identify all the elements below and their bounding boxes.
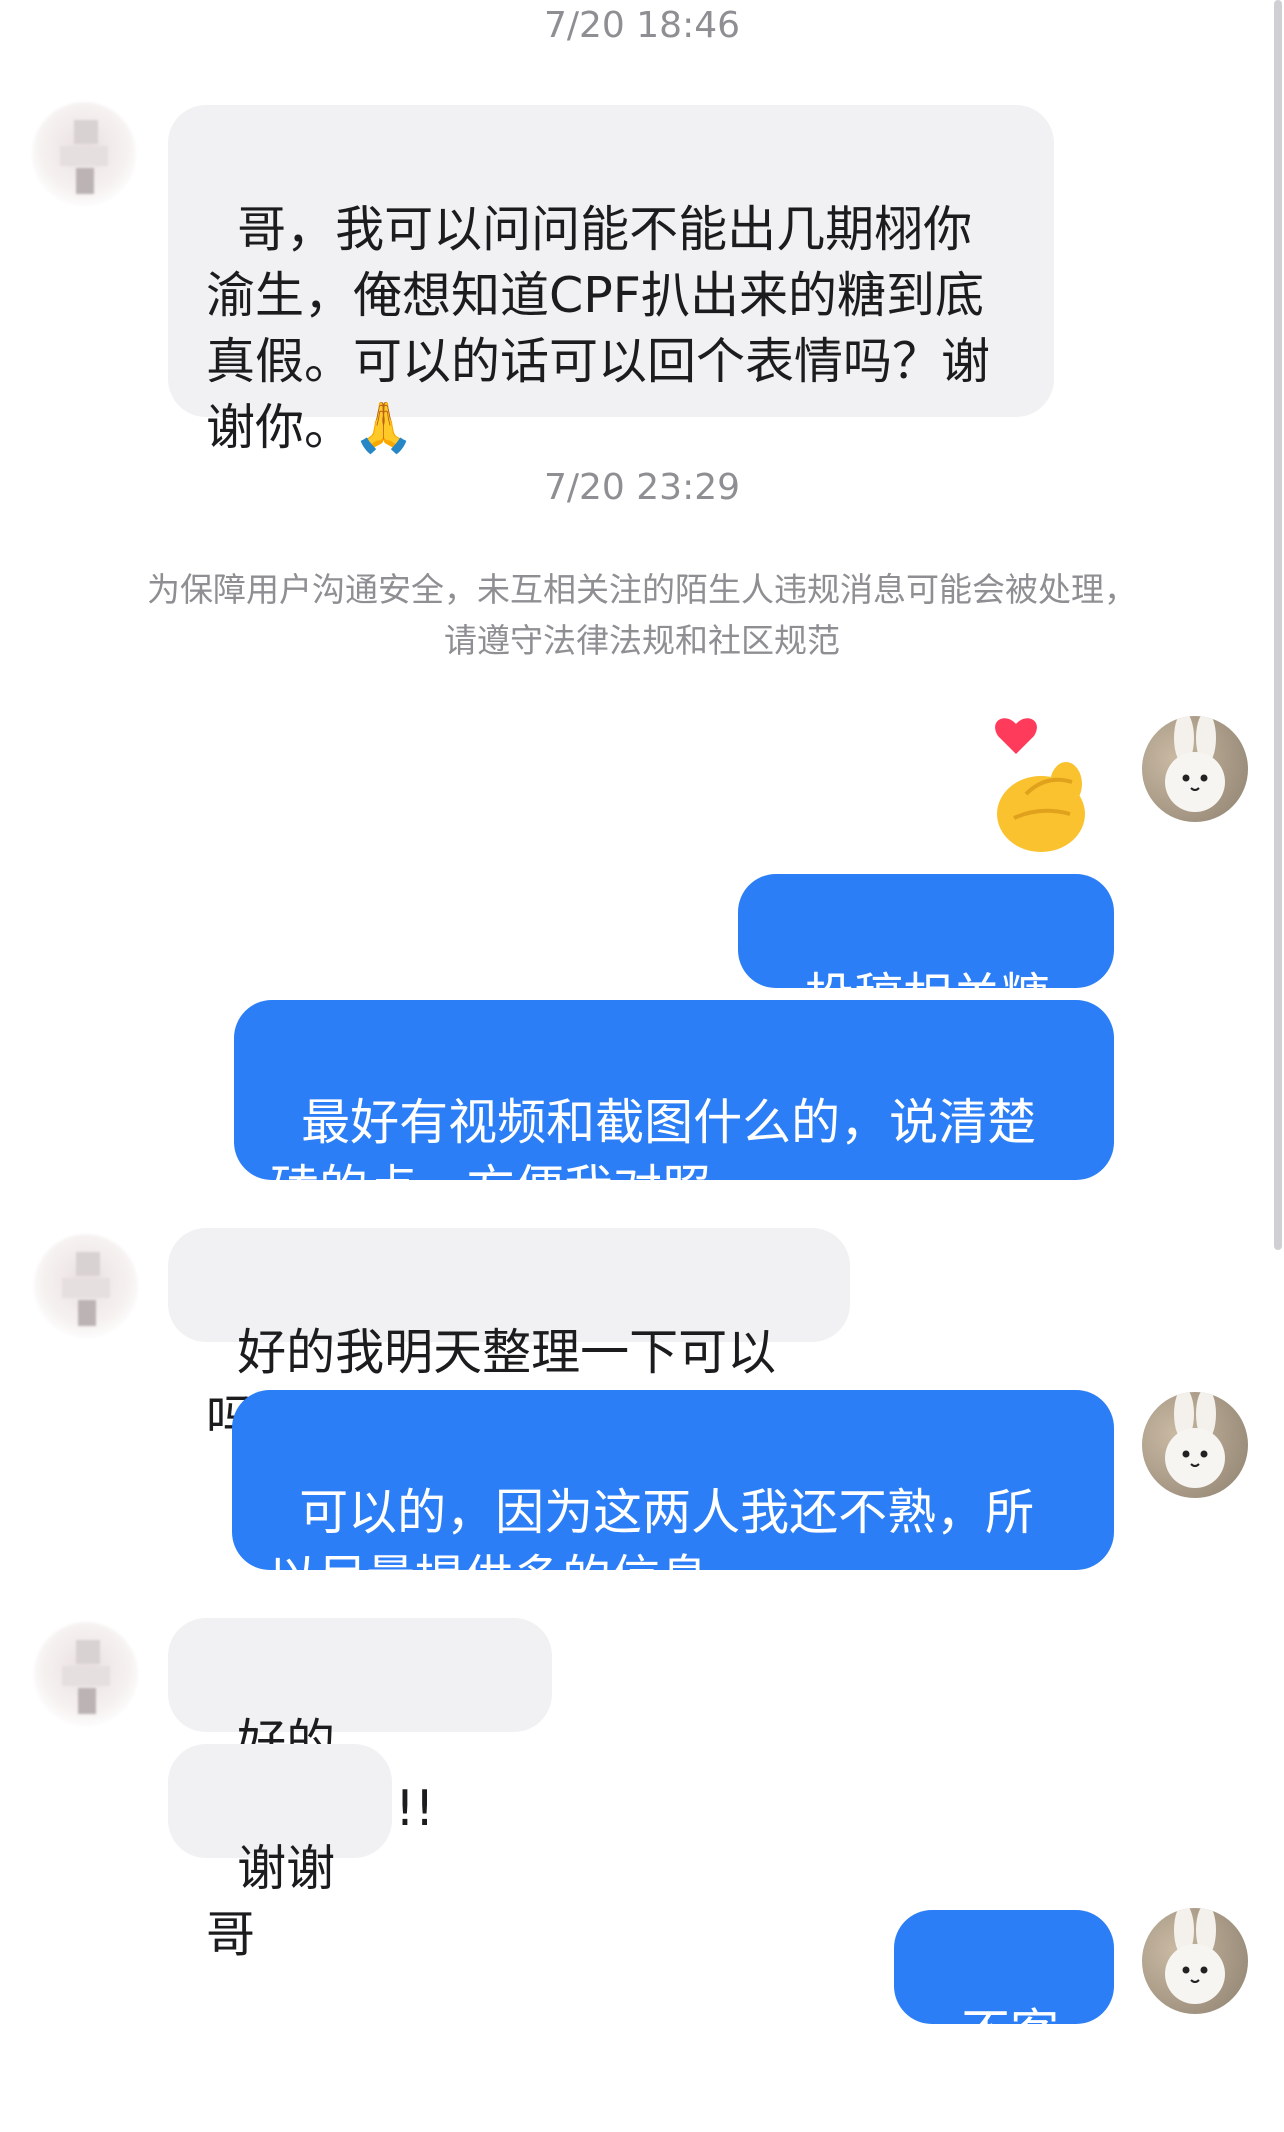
finger-heart-sticker[interactable]	[986, 714, 1096, 854]
my-avatar[interactable]	[1142, 1392, 1248, 1498]
my-avatar[interactable]	[1142, 1908, 1248, 2014]
message-bubble-outgoing[interactable]: 最好有视频和截图什么的，说清楚磕的点，方便我对照	[234, 1000, 1114, 1217]
message-bubble-incoming[interactable]: 好的我明天整理一下可以吗	[168, 1228, 850, 1447]
contact-avatar[interactable]	[32, 102, 136, 206]
message-bubble-incoming[interactable]: 谢谢哥	[168, 1744, 392, 1963]
contact-avatar[interactable]	[34, 1622, 138, 1726]
message-text: 哥，我可以问问能不能出几期栩你渝生，俺想知道CPF扒出来的糖到底真假。可以的话可…	[206, 201, 991, 456]
plush-bunny-icon	[1165, 716, 1225, 812]
timestamp: 7/20 23:29	[543, 467, 741, 508]
message-bubble-outgoing[interactable]: 可以的，因为这两人我还不熟，所以尽量提供多的信息	[232, 1390, 1114, 1607]
message-text: 可以的，因为这两人我还不熟，所以尽量提供多的信息	[268, 1484, 1035, 1607]
timestamp: 7/20 18:46	[543, 5, 741, 46]
message-text: 不客气	[930, 2004, 1060, 2127]
praying-hands-icon: 🙏	[353, 399, 415, 456]
my-avatar[interactable]	[1142, 716, 1248, 822]
message-text: 最好有视频和截图什么的，说清楚磕的点，方便我对照	[270, 1094, 1037, 1217]
contact-avatar[interactable]	[34, 1234, 138, 1338]
finger-heart-emoji-icon	[995, 718, 1085, 852]
message-bubble-incoming[interactable]: 好的 (ᵔᴗᵔ)ᵒᵏ!!!!	[168, 1618, 552, 1837]
scrollbar[interactable]	[1274, 0, 1282, 1250]
message-bubble-incoming[interactable]: 哥，我可以问问能不能出几期栩你渝生，俺想知道CPF扒出来的糖到底真假。可以的话可…	[168, 105, 1054, 456]
plush-bunny-icon	[1165, 1908, 1225, 2004]
safety-notice: 为保障用户沟通安全，未互相关注的陌生人违规消息可能会被处理，请遵守法律法规和社区…	[147, 570, 1137, 660]
message-bubble-outgoing[interactable]: 不客气	[894, 1910, 1114, 2127]
plush-bunny-icon	[1165, 1392, 1225, 1488]
message-bubble-outgoing[interactable]: 投稿相关糖点	[738, 874, 1114, 1091]
message-text: 谢谢哥	[206, 1840, 336, 1963]
